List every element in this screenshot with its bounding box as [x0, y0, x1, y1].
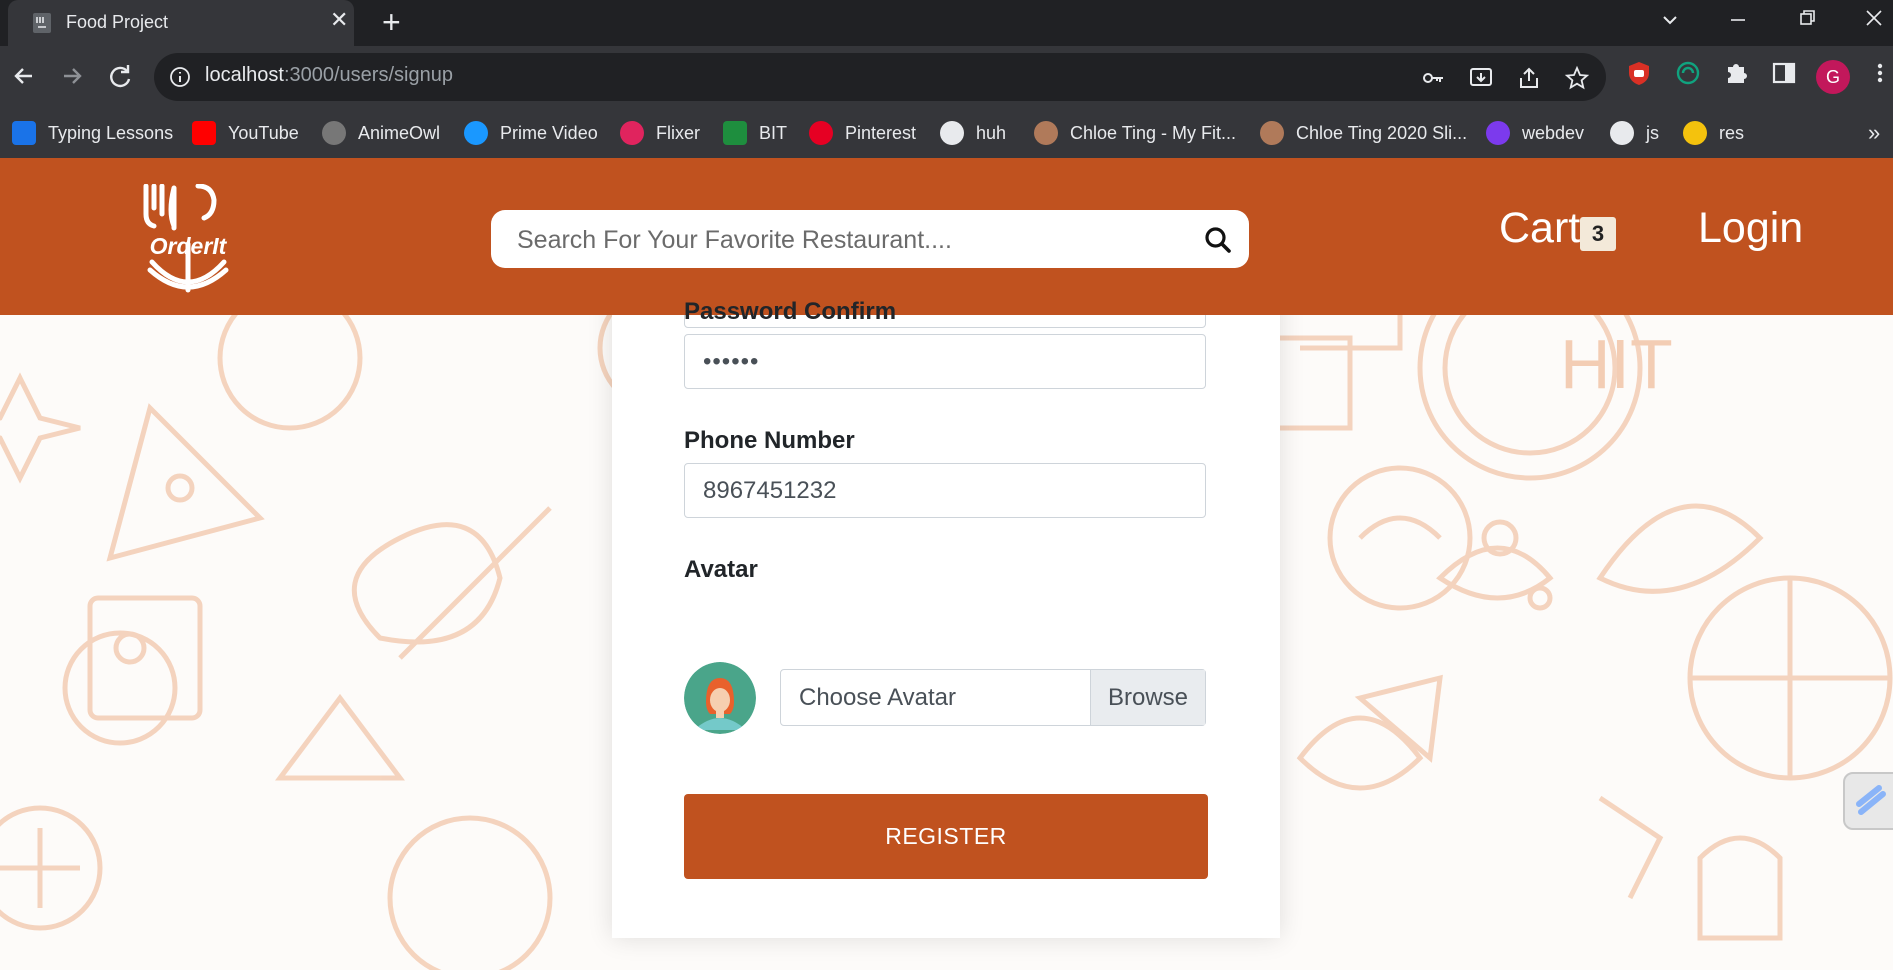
password-confirm-label: Password Confirm	[684, 298, 897, 325]
orderit-logo[interactable]: OrderIt	[140, 184, 236, 294]
bookmark-label: Chloe Ting - My Fit...	[1070, 122, 1237, 143]
pinterest-icon	[809, 121, 833, 145]
bookmark-label: Prime Video	[500, 122, 598, 143]
chatgpt-extension-icon[interactable]	[1674, 59, 1702, 87]
bookmark-item[interactable]: BIT	[723, 118, 787, 148]
tab-favicon-icon	[33, 13, 51, 33]
tab-close-icon[interactable]: ✕	[330, 9, 348, 31]
minimize-icon[interactable]	[1728, 10, 1748, 30]
bookmark-label: huh	[976, 122, 1007, 143]
side-panel-icon[interactable]	[1770, 59, 1798, 87]
bookmark-label: Typing Lessons	[48, 122, 174, 143]
restore-icon[interactable]	[1798, 8, 1818, 28]
share-icon[interactable]	[1516, 65, 1542, 91]
phone-number-input[interactable]: 8967451232	[684, 463, 1206, 518]
choose-avatar-label: Choose Avatar	[799, 684, 956, 711]
url-text[interactable]: localhost:3000/users/signup	[205, 64, 453, 87]
login-link[interactable]: Login	[1698, 204, 1803, 253]
browser-toolbar: localhost:3000/users/signup G	[0, 46, 1893, 108]
profile-avatar[interactable]: G	[1816, 60, 1850, 94]
widget-stripes-icon	[1856, 785, 1886, 815]
res-icon	[1683, 121, 1707, 145]
bookmark-item[interactable]: AnimeOwl	[322, 118, 440, 148]
logo-text: OrderIt	[150, 233, 228, 259]
bookmarks-bar: Typing Lessons YouTube AnimeOwl Prime Vi…	[0, 108, 1893, 159]
prime-video-icon	[464, 121, 488, 145]
tab-search-icon[interactable]	[1660, 10, 1680, 30]
browser-tab[interactable]: Food Project ✕	[8, 0, 354, 46]
bookmarks-overflow-icon[interactable]: »	[1868, 118, 1880, 148]
cart-count-badge: 3	[1580, 217, 1616, 251]
github-icon	[1610, 121, 1634, 145]
bookmark-label: BIT	[759, 122, 788, 143]
typing-icon	[12, 121, 36, 145]
webdev-icon	[1486, 121, 1510, 145]
bookmark-item[interactable]: webdev	[1486, 118, 1584, 148]
reload-icon[interactable]	[104, 60, 136, 92]
back-icon[interactable]	[8, 60, 40, 92]
bookmark-label: js	[1646, 122, 1659, 143]
ublock-extension-icon[interactable]	[1625, 59, 1653, 87]
bookmark-label: Pinterest	[845, 122, 917, 143]
github-icon	[940, 121, 964, 145]
browser-titlebar: Food Project ✕ +	[0, 0, 1893, 46]
new-tab-button[interactable]: +	[382, 6, 401, 38]
avatar-label: Avatar	[684, 556, 758, 583]
animeowl-icon	[322, 121, 346, 145]
chloe-ting-icon	[1034, 121, 1058, 145]
avatar-preview	[684, 662, 756, 734]
bookmark-item[interactable]: Typing Lessons	[12, 118, 173, 148]
url-path: :3000/users/signup	[283, 64, 453, 86]
bookmark-item[interactable]: Chloe Ting 2020 Sli...	[1260, 118, 1467, 148]
default-avatar-icon	[684, 662, 756, 734]
avatar-file-input[interactable]: Choose Avatar Browse	[780, 669, 1206, 726]
phone-number-label: Phone Number	[684, 427, 855, 454]
bookmark-item[interactable]: res	[1683, 118, 1744, 148]
close-window-icon[interactable]	[1864, 8, 1884, 28]
bookmark-item[interactable]: YouTube	[192, 118, 299, 148]
chloe-ting-icon	[1260, 121, 1284, 145]
tab-title: Food Project	[66, 12, 169, 32]
web-page: HIT OrderIt Cart 3 Login Password Confir…	[0, 158, 1893, 970]
bookmark-item[interactable]: Chloe Ting - My Fit...	[1034, 118, 1236, 148]
bookmark-label: Flixer	[656, 122, 700, 143]
bookmark-item[interactable]: js	[1610, 118, 1659, 148]
cart-link[interactable]: Cart	[1499, 204, 1580, 253]
site-header: OrderIt Cart 3 Login	[0, 158, 1893, 315]
bookmark-label: AnimeOwl	[358, 122, 441, 143]
install-app-icon[interactable]	[1468, 65, 1494, 91]
forward-icon[interactable]	[56, 60, 88, 92]
extensions-puzzle-icon[interactable]	[1722, 59, 1750, 87]
youtube-icon	[192, 121, 216, 145]
password-confirm-input[interactable]: ••••••	[684, 334, 1206, 389]
flixer-icon	[620, 121, 644, 145]
bookmark-label: res	[1719, 122, 1745, 143]
bookmark-label: webdev	[1522, 122, 1585, 143]
bookmark-item[interactable]: huh	[940, 118, 1006, 148]
bookmark-star-icon[interactable]	[1564, 65, 1590, 91]
pattern-hit-text: HIT	[1560, 325, 1673, 403]
restaurant-search-input[interactable]	[515, 210, 1159, 270]
floating-widget-button[interactable]	[1843, 772, 1893, 830]
bookmark-item[interactable]: Pinterest	[809, 118, 916, 148]
site-info-icon[interactable]	[168, 65, 192, 89]
bookmark-label: YouTube	[228, 122, 299, 143]
bookmark-label: Chloe Ting 2020 Sli...	[1296, 122, 1468, 143]
restaurant-search[interactable]	[491, 210, 1249, 270]
address-bar[interactable]: localhost:3000/users/signup	[154, 53, 1606, 101]
url-host: localhost	[205, 64, 284, 86]
bookmark-item[interactable]: Prime Video	[464, 118, 598, 148]
profile-initial: G	[1825, 67, 1840, 87]
search-icon[interactable]	[1203, 225, 1233, 255]
browse-button[interactable]: Browse	[1090, 670, 1205, 725]
password-key-icon[interactable]	[1420, 65, 1446, 91]
bookmark-item[interactable]: Flixer	[620, 118, 700, 148]
chrome-menu-icon[interactable]	[1866, 59, 1893, 87]
register-button[interactable]: REGISTER	[684, 794, 1208, 879]
bit-icon	[723, 121, 747, 145]
